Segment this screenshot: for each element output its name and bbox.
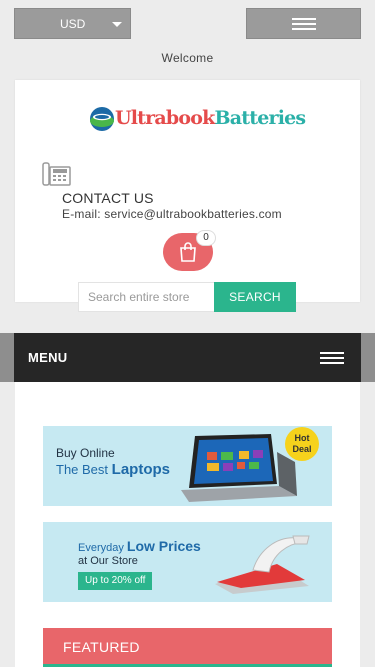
contact-title: CONTACT US — [62, 190, 154, 206]
hamburger-icon — [320, 352, 344, 364]
search-input[interactable] — [78, 282, 215, 312]
cart-count-badge: 0 — [196, 230, 216, 246]
menu-label: MENU — [28, 350, 68, 365]
promo-banner-laptops[interactable]: Buy Online The Best Laptops Hot Deal — [43, 426, 332, 506]
banner-line2-prefix: The Best — [56, 462, 109, 477]
globe-logo-icon — [90, 107, 114, 131]
search-button[interactable]: SEARCH — [214, 282, 296, 312]
site-logo[interactable]: UltrabookBatteries — [89, 106, 306, 132]
logo-text: UltrabookBatteries — [115, 107, 306, 129]
content-card: Buy Online The Best Laptops Hot Deal Eve… — [15, 382, 360, 667]
welcome-text: Welcome — [161, 51, 214, 65]
top-bar: USD — [0, 0, 375, 44]
banner-line2-highlight: Laptops — [111, 461, 170, 478]
banner2-line1-prefix: Everyday — [78, 542, 124, 554]
promo-banner-low-prices[interactable]: Everyday Low Prices at Our Store Up to 2… — [43, 522, 332, 602]
contact-email[interactable]: E-mail: service@ultrabookbatteries.com — [62, 207, 282, 221]
hot-deal-badge: Hot Deal — [285, 427, 319, 461]
iron-image — [215, 535, 310, 594]
laptop-image — [181, 434, 297, 502]
currency-label: USD — [60, 17, 86, 31]
logo-text-part1: Ultrabook — [115, 107, 215, 129]
menubar-right-edge — [361, 333, 375, 382]
currency-select[interactable]: USD — [14, 8, 131, 39]
banner2-line1-highlight: Low Prices — [126, 538, 201, 554]
top-menu-button[interactable] — [246, 8, 361, 39]
banner2-line1: Everyday Low Prices — [78, 538, 201, 554]
banner-line2: The Best Laptops — [56, 461, 170, 478]
banner-line1: Buy Online — [56, 446, 115, 460]
featured-label: FEATURED — [63, 639, 140, 655]
header-card: UltrabookBatteries CONTACT US E-mail: se… — [15, 80, 360, 312]
search-form: SEARCH — [78, 282, 297, 312]
shopping-bag-icon — [180, 242, 196, 262]
chevron-down-icon — [112, 22, 122, 27]
phone-icon — [42, 162, 71, 186]
logo-text-part2: Batteries — [214, 107, 306, 129]
menubar-left-edge — [0, 333, 14, 382]
banner2-line2: at Our Store — [78, 555, 138, 567]
featured-section-header[interactable]: FEATURED — [43, 628, 332, 667]
hamburger-icon — [292, 18, 316, 30]
main-menu-bar[interactable]: MENU — [14, 333, 361, 382]
discount-badge: Up to 20% off — [78, 572, 153, 590]
